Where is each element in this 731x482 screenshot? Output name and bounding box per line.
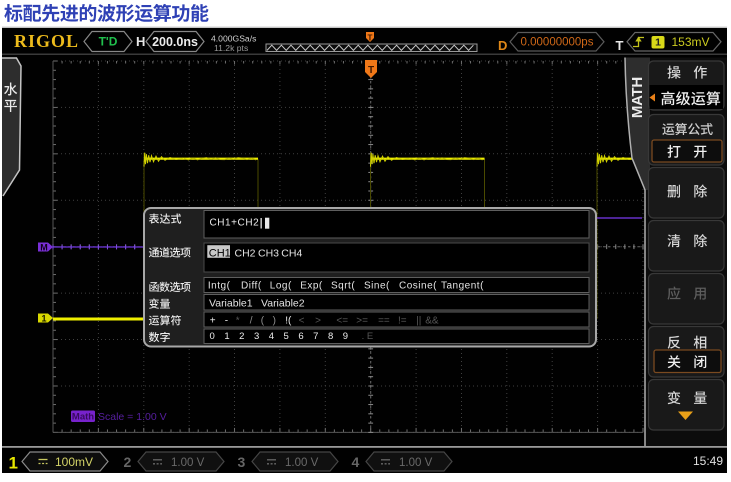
svg-text:CH4: CH4	[281, 247, 302, 259]
svg-text:M: M	[40, 243, 48, 253]
svg-text:Log(: Log(	[270, 281, 292, 292]
svg-text:Math: Math	[72, 412, 94, 423]
svg-text:1.00 V: 1.00 V	[399, 457, 433, 469]
svg-text:MATH: MATH	[629, 77, 646, 118]
svg-text:2: 2	[124, 454, 132, 470]
svg-text:CH1: CH1	[209, 247, 231, 259]
svg-text:Exp(: Exp(	[300, 281, 323, 292]
svg-text:T: T	[616, 38, 624, 53]
svg-text:4: 4	[269, 331, 274, 342]
svg-text:E: E	[367, 331, 373, 342]
svg-text:5: 5	[284, 331, 289, 342]
svg-text:Cosine(: Cosine(	[399, 281, 437, 292]
svg-text:Sqrt(: Sqrt(	[331, 281, 355, 292]
svg-text:Diff(: Diff(	[241, 281, 262, 292]
svg-text:9: 9	[343, 331, 348, 342]
svg-text:1: 1	[224, 331, 229, 342]
svg-text:!(: !(	[285, 315, 292, 326]
svg-text:CH2: CH2	[235, 247, 256, 259]
svg-text:Scale = 1.00 V: Scale = 1.00 V	[98, 411, 167, 423]
svg-text:>=: >=	[356, 315, 368, 326]
svg-text:4: 4	[352, 454, 360, 470]
svg-text:15:49: 15:49	[693, 454, 723, 468]
svg-text:2: 2	[239, 331, 244, 342]
svg-text:.: .	[362, 331, 365, 342]
svg-text:CH3: CH3	[258, 247, 279, 259]
svg-text:0: 0	[210, 331, 215, 342]
svg-text:1.00 V: 1.00 V	[285, 457, 319, 469]
svg-text:T: T	[368, 65, 374, 76]
svg-text:D: D	[498, 38, 507, 53]
svg-text:): )	[273, 315, 276, 326]
svg-text:1: 1	[9, 454, 18, 473]
svg-text:1.00 V: 1.00 V	[171, 457, 205, 469]
svg-text:/: /	[250, 315, 253, 326]
svg-text:100mV: 100mV	[55, 455, 93, 469]
svg-text:CH1+CH2: CH1+CH2	[210, 218, 260, 229]
svg-text:3: 3	[238, 454, 246, 470]
svg-text:3: 3	[254, 331, 259, 342]
svg-text:RIGOL: RIGOL	[14, 31, 79, 51]
svg-text:Sine(: Sine(	[364, 281, 390, 292]
svg-text:>: >	[315, 315, 321, 326]
svg-text:||: ||	[416, 315, 421, 326]
svg-text:T'D: T'D	[99, 35, 118, 49]
svg-text:6: 6	[298, 331, 303, 342]
svg-text:+: +	[210, 315, 216, 326]
svg-text:-: -	[225, 315, 228, 326]
svg-text:H: H	[136, 34, 145, 49]
svg-text:0.00000000ps: 0.00000000ps	[521, 37, 594, 49]
svg-text:1: 1	[655, 37, 661, 49]
svg-text:7: 7	[313, 331, 318, 342]
svg-text:200.0ns: 200.0ns	[152, 35, 198, 49]
svg-text:==: ==	[378, 315, 390, 326]
svg-text:<: <	[299, 315, 305, 326]
svg-text:153mV: 153mV	[672, 35, 710, 49]
svg-text:1: 1	[41, 314, 46, 324]
svg-text:<=: <=	[336, 315, 348, 326]
svg-text:*: *	[236, 315, 240, 326]
svg-text:Variable1: Variable1	[209, 297, 253, 309]
svg-text:&&: &&	[425, 315, 439, 326]
svg-text:Intg(: Intg(	[208, 281, 231, 292]
svg-text:T: T	[368, 34, 373, 43]
svg-text:8: 8	[328, 331, 333, 342]
svg-text:11.2k pts: 11.2k pts	[214, 43, 248, 53]
svg-text:Tangent(: Tangent(	[441, 281, 484, 292]
svg-text:!=: !=	[398, 315, 407, 326]
svg-text:Variable2: Variable2	[261, 297, 305, 309]
